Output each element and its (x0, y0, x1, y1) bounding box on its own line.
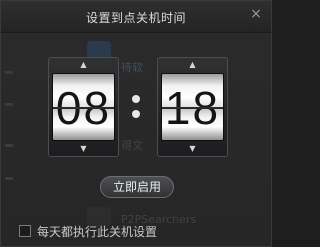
repeat-daily-checkbox[interactable] (19, 225, 31, 237)
side-marker (5, 103, 13, 106)
hour-down-button[interactable]: ▼ (49, 142, 118, 156)
title-bar: 设置到点关机时间 × (1, 1, 271, 33)
start-now-button[interactable]: 立即启用 (100, 176, 174, 198)
dialog-title: 设置到点关机时间 (85, 11, 186, 25)
side-marker (5, 177, 13, 180)
colon-dot-bottom (132, 110, 140, 118)
minute-display: 18 (161, 73, 224, 141)
side-marker (5, 71, 13, 74)
hour-picker: ▲ 08 ▼ (48, 57, 119, 157)
repeat-daily-label: 每天都执行此关机设置 (37, 224, 158, 239)
background-item-label: 得文 (121, 139, 143, 152)
minute-up-button[interactable]: ▲ (158, 58, 227, 72)
side-marker (5, 144, 13, 147)
hour-display: 08 (52, 73, 115, 141)
minute-value: 18 (164, 82, 221, 134)
colon-dot-top (132, 95, 140, 103)
minute-picker: ▲ 18 ▼ (157, 57, 228, 157)
repeat-daily-option[interactable]: 每天都执行此关机设置 (19, 223, 157, 239)
hour-up-button[interactable]: ▲ (49, 58, 118, 72)
shutdown-timer-dialog: 待软 得文 P2PSearchers 设置到点关机时间 × ▲ 08 ▼ ▲ 1… (0, 0, 272, 247)
minute-down-button[interactable]: ▼ (158, 142, 227, 156)
background-item-label: 待软 (121, 61, 143, 74)
hour-value: 08 (55, 82, 112, 134)
close-icon[interactable]: × (247, 5, 265, 23)
